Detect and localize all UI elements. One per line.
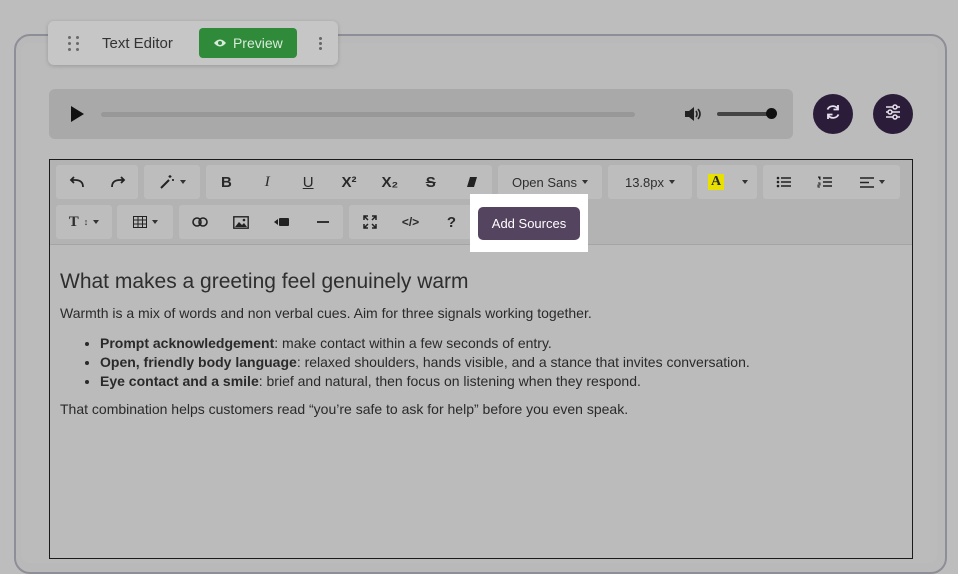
list-align-group bbox=[763, 165, 900, 199]
insert-group bbox=[179, 205, 343, 239]
list-item-text: : brief and natural, then focus on liste… bbox=[258, 373, 641, 389]
redo-icon[interactable] bbox=[97, 165, 138, 199]
sliders-icon bbox=[884, 103, 902, 126]
numbered-list-icon[interactable] bbox=[804, 165, 845, 199]
text-height-icon: T ↕ bbox=[69, 214, 100, 231]
table-icon bbox=[132, 216, 158, 228]
chevron-down-icon bbox=[582, 180, 589, 184]
add-sources-button[interactable]: Add Sources bbox=[478, 206, 580, 240]
font-family-value: Open Sans bbox=[511, 174, 578, 190]
image-icon[interactable] bbox=[220, 205, 261, 239]
undo-icon[interactable] bbox=[56, 165, 97, 199]
text-style-group: B I U X² X₂ S bbox=[206, 165, 492, 199]
align-dropdown[interactable] bbox=[845, 165, 900, 199]
chevron-down-icon bbox=[669, 180, 676, 184]
magic-format-dropdown[interactable] bbox=[144, 165, 200, 199]
table-dropdown[interactable] bbox=[117, 205, 173, 239]
editor-toolbar: B I U X² X₂ S Open Sans 13.8px A T ↕ </>… bbox=[50, 160, 912, 252]
list-item-term: Prompt acknowledgement bbox=[100, 335, 275, 351]
refresh-button[interactable] bbox=[813, 94, 853, 134]
magic-wand-icon bbox=[159, 174, 186, 190]
link-icon[interactable] bbox=[179, 205, 220, 239]
italic-button[interactable]: I bbox=[247, 165, 288, 199]
volume-slider-track[interactable] bbox=[717, 112, 771, 116]
paragraph-format-dropdown[interactable]: T ↕ bbox=[56, 205, 112, 239]
align-left-icon bbox=[860, 176, 885, 188]
eye-icon bbox=[213, 35, 227, 51]
underline-button[interactable]: U bbox=[288, 165, 329, 199]
font-size-dropdown[interactable]: 13.8px bbox=[608, 165, 692, 199]
volume-slider-handle[interactable] bbox=[766, 108, 777, 119]
help-button[interactable]: ? bbox=[431, 205, 472, 239]
bullet-list-icon[interactable] bbox=[763, 165, 804, 199]
content-bullet-list: Prompt acknowledgement: make contact wit… bbox=[60, 334, 900, 391]
chevron-down-icon bbox=[742, 180, 748, 184]
preview-button[interactable]: Preview bbox=[198, 28, 297, 58]
history-group bbox=[56, 165, 138, 199]
list-item-term: Eye contact and a smile bbox=[100, 373, 259, 389]
text-color-group: A bbox=[697, 165, 757, 199]
content-heading: What makes a greeting feel genuinely war… bbox=[60, 270, 469, 293]
text-color-caret[interactable] bbox=[735, 165, 755, 199]
horizontal-rule-icon[interactable] bbox=[302, 205, 343, 239]
preview-label: Preview bbox=[232, 35, 283, 51]
strikethrough-button[interactable]: S bbox=[410, 165, 451, 199]
subscript-button[interactable]: X₂ bbox=[369, 165, 410, 199]
view-group: </> ? bbox=[349, 205, 473, 239]
list-item: Eye contact and a smile: brief and natur… bbox=[100, 372, 900, 391]
rich-text-editor: B I U X² X₂ S Open Sans 13.8px A T ↕ </>… bbox=[49, 159, 913, 559]
list-item-term: Open, friendly body language bbox=[100, 354, 297, 370]
content-intro: Warmth is a mix of words and non verbal … bbox=[60, 305, 592, 321]
editor-content[interactable]: What makes a greeting feel genuinely war… bbox=[60, 270, 900, 419]
titlebar: Text Editor Preview bbox=[48, 21, 338, 65]
refresh-icon bbox=[824, 103, 842, 126]
drag-handle-icon[interactable] bbox=[68, 35, 80, 51]
editor-title: Text Editor bbox=[102, 34, 173, 52]
more-options-icon[interactable] bbox=[318, 36, 322, 50]
audio-progress-track[interactable] bbox=[101, 112, 635, 117]
content-closing: That combination helps customers read “y… bbox=[60, 401, 629, 417]
fullscreen-icon[interactable] bbox=[349, 205, 390, 239]
superscript-button[interactable]: X² bbox=[329, 165, 370, 199]
video-icon[interactable] bbox=[261, 205, 302, 239]
list-item-text: : make contact within a few seconds of e… bbox=[274, 335, 552, 351]
highlight-color-icon: A bbox=[707, 174, 725, 190]
list-item: Open, friendly body language: relaxed sh… bbox=[100, 353, 900, 372]
play-icon[interactable] bbox=[71, 106, 84, 122]
text-color-button[interactable]: A bbox=[697, 165, 735, 199]
code-view-button[interactable]: </> bbox=[390, 205, 431, 239]
list-item: Prompt acknowledgement: make contact wit… bbox=[100, 334, 900, 353]
add-sources-highlight: Add Sources bbox=[470, 194, 588, 252]
volume-icon[interactable] bbox=[683, 105, 703, 128]
settings-button[interactable] bbox=[873, 94, 913, 134]
font-size-value: 13.8px bbox=[624, 174, 665, 190]
audio-player bbox=[49, 89, 793, 139]
list-item-text: : relaxed shoulders, hands visible, and … bbox=[296, 354, 750, 370]
bold-button[interactable]: B bbox=[206, 165, 247, 199]
